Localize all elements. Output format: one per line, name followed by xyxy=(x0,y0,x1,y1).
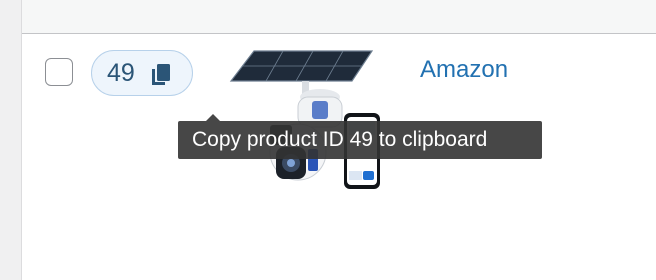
row-select-checkbox[interactable] xyxy=(45,58,73,86)
copy-id-tooltip: Copy product ID 49 to clipboard xyxy=(178,121,542,159)
product-id-text: 49 xyxy=(107,59,135,87)
admin-left-gutter xyxy=(0,0,22,280)
product-thumbnail-image xyxy=(229,50,380,189)
table-header-row xyxy=(22,0,656,34)
brand-link[interactable]: Amazon xyxy=(420,56,508,84)
tooltip-arrow xyxy=(206,114,220,121)
copy-icon[interactable] xyxy=(151,63,171,85)
